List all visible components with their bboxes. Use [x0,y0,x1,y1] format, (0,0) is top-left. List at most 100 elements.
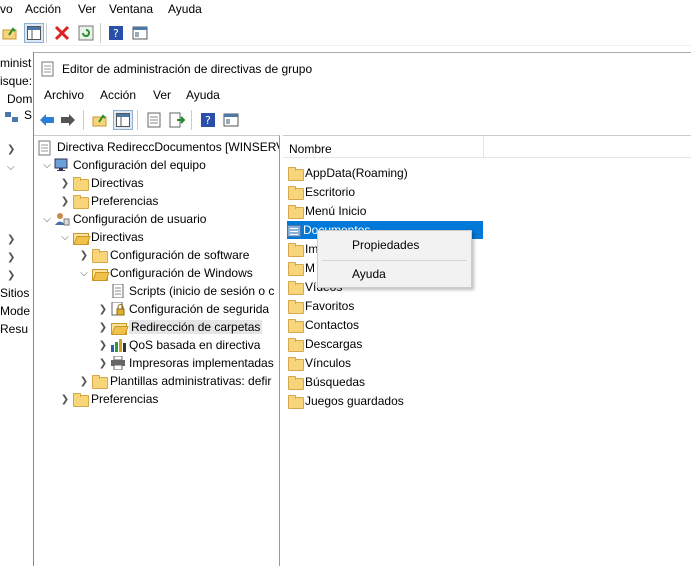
export-list-icon[interactable] [167,110,187,130]
tree-item-software-config[interactable]: ❯ Configuración de software [77,246,249,264]
tree-root[interactable]: Directiva RedireccDocumentos [WINSERV [38,138,280,156]
tree-item-printers[interactable]: ❯ Impresoras implementadas [96,354,274,372]
tree-item-qos[interactable]: ❯ QoS basada en directiva [96,336,260,354]
chevron-right-icon[interactable]: ❯ [96,340,110,351]
menu-ver[interactable]: Ver [153,88,171,102]
tree-item-admin-templates[interactable]: ❯ Plantillas administrativas: defir [77,372,271,390]
tree-item-label: Redirección de carpetas [129,320,263,334]
list-item-label: Descargas [305,337,363,351]
bg-text: Sitios [0,286,30,300]
bg-menu-accion[interactable]: Acción [25,2,61,16]
folder-icon [287,299,304,314]
column-divider[interactable] [483,136,484,158]
tree-item-folder-redirection[interactable]: ❯ Redirección de carpetas [96,318,263,336]
tree-item-label: Configuración del equipo [73,158,206,172]
delete-icon[interactable] [52,23,72,43]
tree-pane[interactable]: Directiva RedireccDocumentos [WINSERV ⌵ … [34,135,280,566]
show-tree-icon[interactable] [113,110,133,130]
list-item[interactable]: Escritorio [287,183,355,201]
menu-accion[interactable]: Acción [100,88,136,102]
tree-item-label: Directivas [91,230,144,244]
chevron-right-icon[interactable]: ❯ [96,322,110,333]
properties-sheet-icon[interactable] [144,110,164,130]
gpo-editor-window: Editor de administración de directivas d… [33,52,691,566]
list-item[interactable]: Búsquedas [287,373,365,391]
folder-icon [287,185,304,200]
list-item[interactable]: Vínculos [287,354,351,372]
tree-item-computer-config[interactable]: ⌵ Configuración del equipo [40,156,206,174]
list-item[interactable]: M [287,259,315,277]
bg-menu-item[interactable]: vo [0,2,13,16]
context-menu-propiedades[interactable]: Propiedades [318,234,471,256]
menu-ayuda[interactable]: Ayuda [186,88,220,102]
context-menu-separator [322,260,467,261]
list-item-label: Menú Inicio [305,204,367,218]
tree-item-directivas-user[interactable]: ⌵ Directivas [58,228,144,246]
folder-icon [287,204,304,219]
help-icon[interactable]: ? [198,110,218,130]
chevron-right-icon[interactable]: ❯ [58,178,72,189]
tree-item-label: Directivas [91,176,144,190]
list-item-label: Vínculos [305,356,352,370]
help-icon[interactable]: ? [106,23,126,43]
tree-item-user-config[interactable]: ⌵ Configuración de usuario [40,210,206,228]
context-menu-ayuda[interactable]: Ayuda [318,263,471,285]
list-item[interactable]: Descargas [287,335,362,353]
bg-chevron-down-icon[interactable]: ⌵ [7,162,15,173]
properties-view-icon[interactable] [130,23,150,43]
chevron-down-icon[interactable]: ⌵ [40,160,54,171]
bg-chevron-right-icon[interactable]: ❯ [7,234,15,245]
details-pane[interactable]: Nombre AppData(Roaming) Escritorio Menú … [283,135,691,566]
title-bar[interactable]: Editor de administración de directivas d… [34,53,691,84]
folder-icon [91,248,108,263]
tree-root-label: Directiva RedireccDocumentos [WINSERV [57,140,280,154]
tree-item-preferencias[interactable]: ❯ Preferencias [58,192,158,210]
show-tree-icon[interactable] [24,23,44,43]
menu-archivo[interactable]: Archivo [44,88,84,102]
list-item[interactable]: AppData(Roaming) [287,164,408,182]
chevron-right-icon[interactable]: ❯ [77,376,91,387]
refresh-icon[interactable] [76,23,96,43]
column-header[interactable]: Nombre [283,136,691,158]
bg-chevron-right-icon[interactable]: ❯ [7,144,15,155]
chevron-right-icon[interactable]: ❯ [77,250,91,261]
back-arrow-icon[interactable] [37,110,57,130]
chevron-right-icon[interactable]: ❯ [96,304,110,315]
list-item[interactable]: Menú Inicio [287,202,366,220]
tree-item-scripts[interactable]: Scripts (inicio de sesión o c [110,282,274,300]
list-item[interactable]: Favoritos [287,297,354,315]
bg-text: Mode [0,304,31,318]
bg-chevron-right-icon[interactable]: ❯ [7,252,15,263]
svg-text:?: ? [113,27,119,40]
tree-item-windows-config[interactable]: ⌵ Configuración de Windows [77,264,253,282]
chevron-right-icon[interactable]: ❯ [58,196,72,207]
qos-chart-icon [110,338,126,352]
tree-item-preferencias-user[interactable]: ❯ Preferencias [58,390,158,408]
tree-item-directivas[interactable]: ❯ Directivas [58,174,144,192]
properties-view-icon[interactable] [221,110,241,130]
chevron-down-icon[interactable]: ⌵ [40,214,54,225]
bg-tree-icon [4,110,20,127]
bg-chevron-right-icon[interactable]: ❯ [7,270,15,281]
policy-document-icon [38,140,54,156]
up-folder-icon[interactable] [0,23,20,43]
list-item[interactable]: Contactos [287,316,359,334]
chevron-down-icon[interactable]: ⌵ [77,268,91,279]
bg-text: isque: [0,74,32,88]
chevron-down-icon[interactable]: ⌵ [58,232,72,243]
list-item[interactable]: Juegos guardados [287,392,404,410]
column-header-nombre[interactable]: Nombre [289,142,332,156]
bg-menu-ver[interactable]: Ver [78,2,96,16]
list-item[interactable]: Im [287,240,318,258]
forward-arrow-icon[interactable] [58,110,78,130]
bg-menu-ayuda[interactable]: Ayuda [168,2,202,16]
bg-menu-ventana[interactable]: Ventana [109,2,153,16]
tree-item-label: Plantillas administrativas: defir [110,374,272,388]
chevron-right-icon[interactable]: ❯ [96,358,110,369]
list-item-label: M [305,261,315,275]
tree-item-label: Impresoras implementadas [129,356,274,370]
tree-item-security-config[interactable]: ❯ Configuración de segurida [96,300,269,318]
folder-icon [287,337,304,352]
up-folder-icon[interactable] [90,110,110,130]
chevron-right-icon[interactable]: ❯ [58,394,72,405]
